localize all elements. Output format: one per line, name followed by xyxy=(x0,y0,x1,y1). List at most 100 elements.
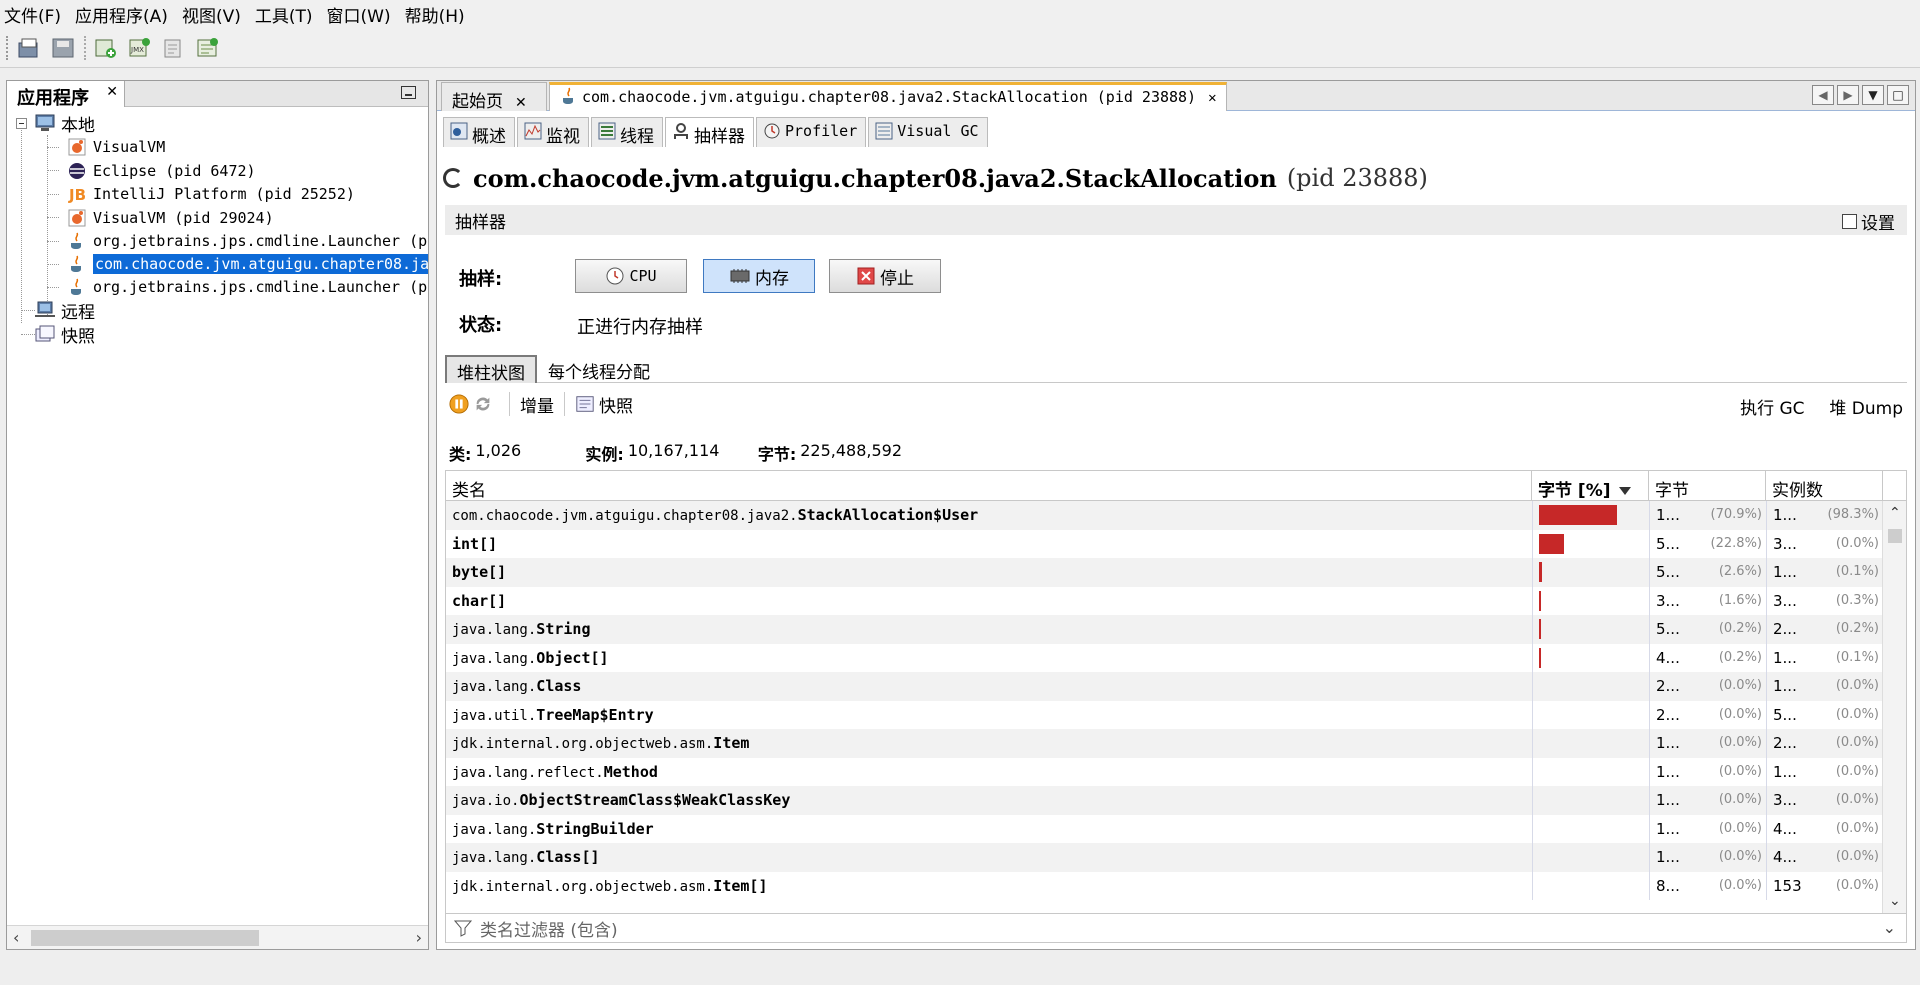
tab-overview[interactable]: 概述 xyxy=(443,117,515,147)
tree-node-launcher-2[interactable]: org.jetbrains.jps.cmdline.Launcher (p xyxy=(67,275,427,299)
table-row[interactable]: com.chaocode.jvm.atguigu.chapter08.java2… xyxy=(446,501,1883,530)
menu-view[interactable]: 视图(V) xyxy=(182,2,241,27)
class-simple-name: Item[] xyxy=(713,876,768,895)
menu-help[interactable]: 帮助(H) xyxy=(405,2,465,27)
cpu-sample-button[interactable]: CPU xyxy=(575,259,687,293)
table-row[interactable]: java.lang.Class 2... (0.0%) 1... (0.0%) xyxy=(446,672,1883,701)
tree-node-intellij[interactable]: JB IntelliJ Platform (pid 25252) xyxy=(67,182,355,206)
cell-class-name: java.io.ObjectStreamClass$WeakClassKey xyxy=(446,786,1532,815)
class-name-filter[interactable]: 类名过滤器 (包含) ⌄ xyxy=(445,913,1907,943)
table-row[interactable]: byte[] 5... (2.6%) 1... (0.1%) xyxy=(446,558,1883,587)
tree-node-visualvm-pid[interactable]: VisualVM (pid 29024) xyxy=(67,206,274,230)
tab-visual-gc[interactable]: Visual GC xyxy=(868,117,988,147)
table-row[interactable]: java.lang.StringBuilder 1... (0.0%) 4... (0.… xyxy=(446,814,1883,843)
filter-dropdown-icon[interactable]: ⌄ xyxy=(1883,918,1896,937)
toolbar-separator xyxy=(564,392,565,416)
column-header-class-name[interactable]: 类名 xyxy=(446,471,1532,501)
scroll-tabs-right-icon[interactable]: ▶ xyxy=(1837,85,1859,105)
settings-toggle[interactable]: 设置 xyxy=(1842,209,1895,234)
bytes-value: 1... xyxy=(1656,819,1680,838)
tree-node-snapshots[interactable]: 快照 xyxy=(35,322,95,347)
table-row[interactable]: java.util.TreeMap$Entry 2... (0.0%) 5... (0.… xyxy=(446,700,1883,729)
snapshot-button[interactable]: 快照 xyxy=(599,392,633,417)
instances-label: 实例: xyxy=(585,445,624,464)
tab-profiler-label: Profiler xyxy=(785,122,858,140)
add-host-icon[interactable] xyxy=(92,35,118,61)
tab-applications[interactable]: 应用程序 ✕ xyxy=(7,81,125,109)
tab-per-thread-allocations[interactable]: 每个线程分配 xyxy=(537,355,661,383)
heap-dump-button[interactable]: 堆 Dump xyxy=(1829,399,1903,419)
close-icon[interactable]: ✕ xyxy=(515,95,527,111)
table-row[interactable]: java.lang.String 5... (0.2%) 2... (0.2%) xyxy=(446,615,1883,644)
instances-percent: (0.0%) xyxy=(1835,877,1879,893)
table-row[interactable]: java.lang.reflect.Method 1... (0.0%) 1... (0… xyxy=(446,757,1883,786)
vertical-scrollbar[interactable]: ⌃ ⌄ xyxy=(1882,501,1906,913)
tab-profiler[interactable]: Profiler xyxy=(756,117,867,147)
tree-node-remote[interactable]: 远程 xyxy=(35,298,95,323)
menu-applications[interactable]: 应用程序(A) xyxy=(75,2,168,27)
tab-stackallocation-label: com.chaocode.jvm.atguigu.chapter08.java2… xyxy=(582,88,1197,106)
loading-spinner-icon xyxy=(443,168,463,188)
cell-bytes-percent-bar xyxy=(1532,558,1649,587)
table-row[interactable]: java.io.ObjectStreamClass$WeakClassKey 1.… xyxy=(446,786,1883,815)
close-icon[interactable]: ✕ xyxy=(1208,90,1216,106)
instances-percent: (0.0%) xyxy=(1835,849,1879,864)
minimize-icon[interactable] xyxy=(401,86,416,99)
tree-node-visualvm[interactable]: VisualVM xyxy=(67,135,165,159)
settings-checkbox[interactable] xyxy=(1842,214,1857,229)
refresh-icon[interactable] xyxy=(473,394,493,414)
menu-window[interactable]: 窗口(W) xyxy=(327,2,391,27)
tab-threads[interactable]: 线程 xyxy=(591,117,663,147)
tab-list-dropdown-icon[interactable]: ▼ xyxy=(1862,85,1884,105)
class-simple-name: StringBuilder xyxy=(536,819,654,838)
column-header-bytes[interactable]: 字节 xyxy=(1649,471,1766,501)
table-row[interactable]: java.lang.Class[] 1... (0.0%) 4... (0.0%) xyxy=(446,843,1883,872)
tree-node-launcher-1[interactable]: org.jetbrains.jps.cmdline.Launcher (p xyxy=(67,229,427,253)
scrollbar-thumb[interactable] xyxy=(1888,529,1902,543)
heap-dump-icon[interactable] xyxy=(160,35,186,61)
table-row[interactable]: char[] 3... (1.6%) 3... (0.3%) xyxy=(446,586,1883,615)
tab-heap-histogram[interactable]: 堆柱状图 xyxy=(445,355,537,384)
stop-sample-button[interactable]: 停止 xyxy=(829,259,941,293)
tree-node-local[interactable]: 本地 xyxy=(35,111,95,136)
open-file-icon[interactable] xyxy=(16,35,42,61)
close-icon[interactable]: ✕ xyxy=(106,84,118,100)
maximize-icon[interactable]: □ xyxy=(1887,85,1909,105)
snapshot-compare-icon[interactable] xyxy=(194,35,220,61)
table-row[interactable]: int[] 5... (22.8%) 3... (0.0%) xyxy=(446,529,1883,558)
instances-value: 3... xyxy=(1773,791,1797,809)
add-jmx-icon[interactable]: JMX xyxy=(126,35,152,61)
scroll-down-icon[interactable]: ⌄ xyxy=(1889,893,1901,909)
tab-start-page[interactable]: 起始页 ✕ xyxy=(441,82,547,112)
tree-node-stackallocation[interactable]: com.chaocode.jvm.atguigu.chapter08.ja xyxy=(67,252,428,276)
collapse-icon[interactable] xyxy=(16,118,27,129)
tree-node-eclipse[interactable]: Eclipse (pid 6472) xyxy=(67,159,256,183)
table-row[interactable]: jdk.internal.org.objectweb.asm.Item 1... (… xyxy=(446,729,1883,758)
memory-sample-button[interactable]: 内存 xyxy=(703,259,815,293)
tab-start-page-label: 起始页 xyxy=(452,92,503,112)
scroll-right-icon[interactable]: › xyxy=(416,928,422,947)
scroll-left-icon[interactable]: ‹ xyxy=(13,928,19,947)
horizontal-scrollbar[interactable]: ‹ › xyxy=(7,925,428,949)
instances-value: 1... xyxy=(1773,648,1797,667)
table-row[interactable]: java.lang.Object[] 4... (0.2%) 1... (0.1%) xyxy=(446,643,1883,672)
column-header-bytes-percent[interactable]: 字节 [%] xyxy=(1532,471,1649,501)
delta-button[interactable]: 增量 xyxy=(520,392,554,417)
pause-icon[interactable] xyxy=(449,394,469,414)
tab-monitor[interactable]: 监视 xyxy=(517,117,589,147)
menu-file[interactable]: 文件(F) xyxy=(4,2,61,27)
tab-sampler[interactable]: 抽样器 xyxy=(665,117,754,147)
cell-bytes: 1... (0.0%) xyxy=(1649,757,1766,786)
perform-gc-button[interactable]: 执行 GC xyxy=(1740,399,1804,419)
scroll-up-icon[interactable]: ⌃ xyxy=(1889,505,1901,521)
column-header-bytes-percent-label: 字节 [%] xyxy=(1538,481,1611,501)
scrollbar-thumb[interactable] xyxy=(31,930,259,946)
save-icon[interactable] xyxy=(50,35,76,61)
table-row[interactable]: jdk.internal.org.objectweb.asm.Item[] 8..… xyxy=(446,871,1883,900)
bytes-percent: (0.0%) xyxy=(1718,877,1762,893)
scroll-tabs-left-icon[interactable]: ◀ xyxy=(1812,85,1834,105)
column-header-instances[interactable]: 实例数 xyxy=(1766,471,1883,501)
menu-tools[interactable]: 工具(T) xyxy=(255,2,313,27)
bytes-percent: (70.9%) xyxy=(1710,507,1762,522)
tab-stackallocation[interactable]: com.chaocode.jvm.atguigu.chapter08.java2… xyxy=(549,82,1227,111)
